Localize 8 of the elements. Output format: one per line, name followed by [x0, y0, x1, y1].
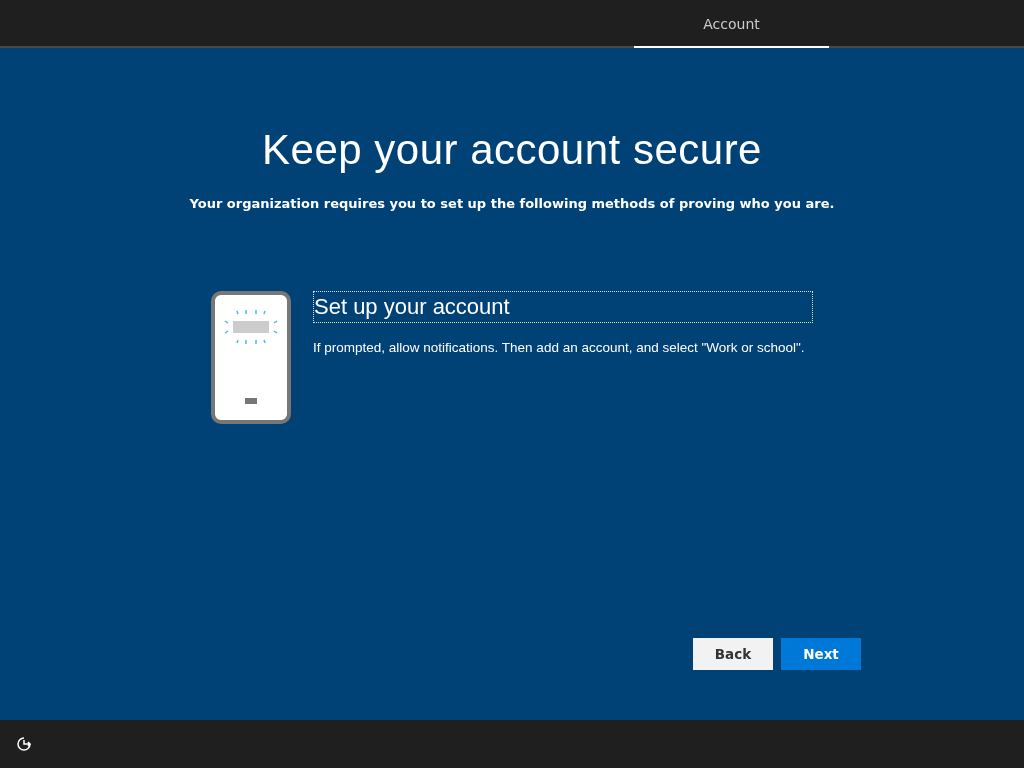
method-heading[interactable]: Set up your account [313, 291, 813, 323]
page-title: Keep your account secure [262, 126, 762, 174]
back-button[interactable]: Back [693, 638, 773, 670]
method-description: If prompted, allow notifications. Then add an account, and select "Work or school". [313, 339, 806, 357]
phone-icon [211, 291, 291, 424]
page-subtitle: Your organization requires you to set up the following methods of proving who you are. [189, 196, 835, 211]
next-button[interactable]: Next [781, 638, 861, 670]
accessibility-icon[interactable] [16, 736, 32, 752]
